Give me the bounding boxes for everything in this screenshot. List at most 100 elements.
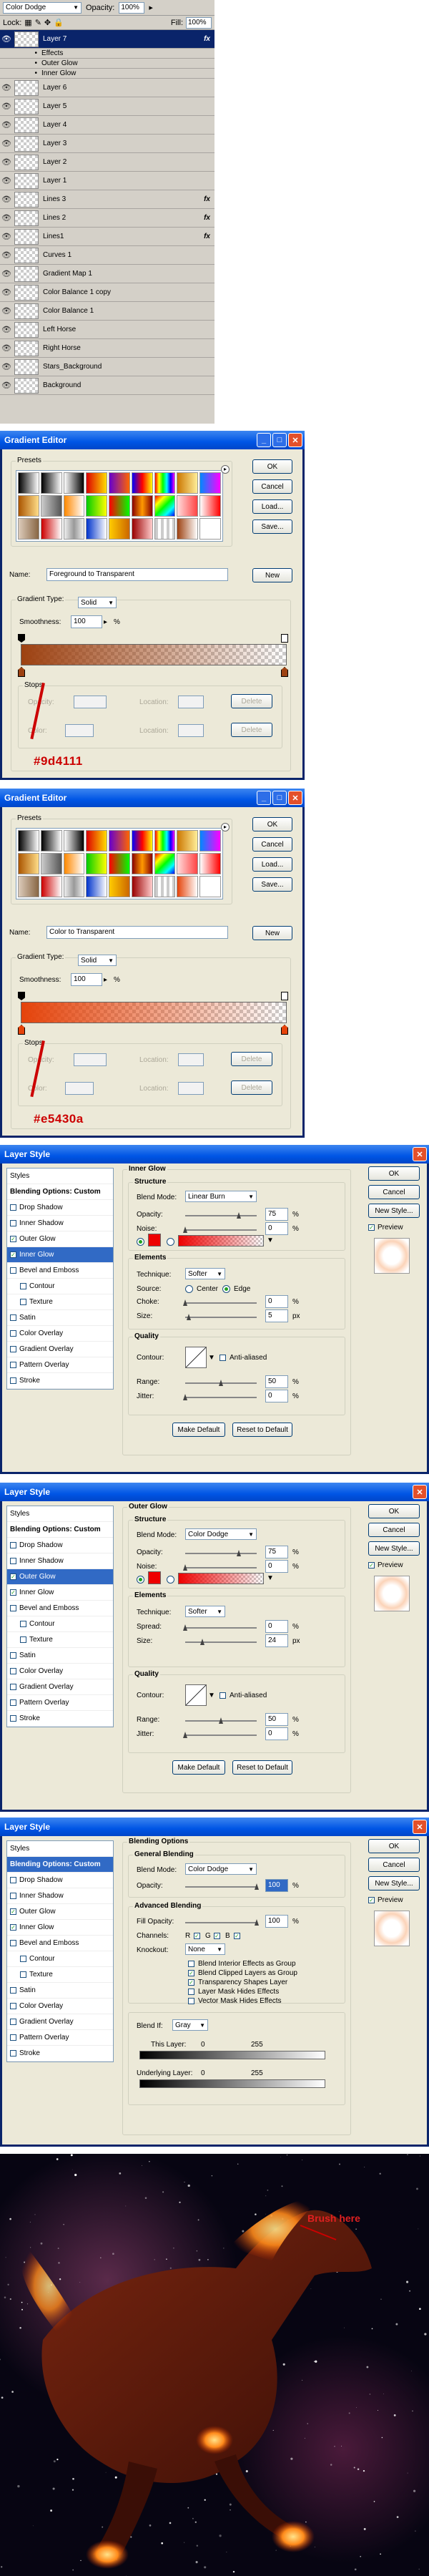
new-button[interactable]: New: [252, 568, 292, 582]
stop-opacity-field[interactable]: [74, 696, 107, 708]
preset-swatch[interactable]: [154, 876, 176, 897]
opacity-slider[interactable]: [185, 1212, 257, 1219]
smoothness-chevron-icon[interactable]: ▸: [104, 618, 107, 626]
styles-list-item[interactable]: ✓ Inner Glow: [7, 1920, 113, 1936]
preset-swatch[interactable]: [86, 876, 108, 897]
dialog-button-ok[interactable]: OK: [252, 817, 292, 831]
gradient-radio[interactable]: [167, 1576, 174, 1584]
styles-list-item[interactable]: Texture: [7, 1294, 113, 1310]
preset-swatch[interactable]: [86, 518, 108, 540]
checkbox[interactable]: [10, 1346, 16, 1352]
stop-location-field[interactable]: [178, 696, 204, 708]
eye-icon[interactable]: 👁: [0, 195, 13, 204]
layer-row[interactable]: 👁 Layer 1: [0, 172, 214, 190]
glow-color-swatch[interactable]: [148, 1571, 161, 1584]
layer-row[interactable]: 👁 Lines1 fx: [0, 228, 214, 246]
preset-swatch[interactable]: [154, 495, 176, 517]
chevron-down-icon[interactable]: ▼: [267, 1236, 274, 1244]
styles-list-item[interactable]: Blending Options: Custom: [7, 1857, 113, 1873]
styles-list-item[interactable]: Drop Shadow: [7, 1873, 113, 1888]
checkbox[interactable]: [10, 1684, 16, 1690]
styles-list-item[interactable]: Satin: [7, 1983, 113, 1999]
delete-opacity-button[interactable]: Delete: [231, 694, 272, 708]
preview-checkbox[interactable]: ✓: [368, 1224, 375, 1231]
fill-opacity-slider[interactable]: [185, 1919, 259, 1926]
eye-icon[interactable]: 👁: [0, 139, 13, 148]
edge-radio[interactable]: [222, 1285, 230, 1293]
eye-icon[interactable]: 👁: [0, 250, 13, 260]
presets-menu-icon[interactable]: ▸: [221, 823, 230, 831]
checkbox[interactable]: [10, 2003, 16, 2009]
contour-swatch[interactable]: [185, 1684, 207, 1706]
smoothness-chevron-icon[interactable]: ▸: [104, 976, 107, 984]
range-field[interactable]: 50: [265, 1375, 288, 1388]
preset-swatch[interactable]: [131, 518, 153, 540]
preset-swatch[interactable]: [177, 830, 199, 852]
preset-swatch[interactable]: [131, 853, 153, 874]
styles-list-item[interactable]: ✓ Outer Glow: [7, 1231, 113, 1247]
preset-swatch[interactable]: [154, 853, 176, 874]
chevron-down-icon[interactable]: ▼: [267, 1574, 274, 1582]
preset-swatch[interactable]: [199, 853, 221, 874]
close-icon[interactable]: ✕: [413, 1485, 427, 1499]
preset-swatch[interactable]: [40, 518, 62, 540]
size-field[interactable]: 24: [265, 1634, 288, 1647]
eye-icon[interactable]: 👁: [0, 381, 13, 390]
gradient-type-select[interactable]: Solid ▼: [78, 955, 117, 966]
layer-row[interactable]: 👁 Lines 3 fx: [0, 190, 214, 209]
styles-list-item[interactable]: ✓ Outer Glow: [7, 1569, 113, 1585]
layer-row[interactable]: 👁 Layer 6: [0, 79, 214, 97]
preset-swatch[interactable]: [18, 495, 39, 517]
close-icon[interactable]: ✕: [288, 791, 302, 805]
dialog-button[interactable]: Cancel: [368, 1185, 420, 1199]
preset-swatch[interactable]: [40, 472, 62, 494]
preset-swatch[interactable]: [199, 830, 221, 852]
preset-swatch[interactable]: [154, 518, 176, 540]
preset-swatch[interactable]: [109, 495, 130, 517]
preset-swatch[interactable]: [199, 518, 221, 540]
choke-slider[interactable]: [183, 1299, 257, 1306]
checkbox[interactable]: [10, 2050, 16, 2057]
styles-list-item[interactable]: Stroke: [7, 2046, 113, 2062]
lock-move-icon[interactable]: ✥: [44, 18, 51, 27]
chevron-right-icon[interactable]: ▸: [149, 3, 153, 12]
noise-slider[interactable]: [183, 1226, 257, 1233]
preset-swatch[interactable]: [199, 472, 221, 494]
styles-list-item[interactable]: ✓ Inner Glow: [7, 1247, 113, 1263]
underlying-ramp[interactable]: [139, 2079, 325, 2088]
preset-swatch[interactable]: [40, 830, 62, 852]
preset-swatch[interactable]: [154, 830, 176, 852]
preview-checkbox[interactable]: ✓: [368, 1897, 375, 1903]
delete-color-button[interactable]: Delete: [231, 1080, 272, 1095]
checkbox[interactable]: [10, 1362, 16, 1368]
glow-gradient-swatch[interactable]: [178, 1235, 264, 1246]
reset-default-button[interactable]: Reset to Default: [232, 1423, 292, 1437]
checkbox[interactable]: [10, 1204, 16, 1211]
eye-icon[interactable]: 👁: [0, 325, 13, 334]
preset-swatch[interactable]: [177, 876, 199, 897]
channel-checkbox[interactable]: ✓: [194, 1933, 200, 1939]
option-checkbox[interactable]: ✓: [188, 1979, 194, 1986]
opacity-field[interactable]: 100: [265, 1879, 288, 1892]
dialog-button[interactable]: Cancel: [368, 1523, 420, 1537]
option-checkbox[interactable]: [188, 1989, 194, 1995]
preset-swatch[interactable]: [40, 853, 62, 874]
range-slider[interactable]: [185, 1717, 257, 1724]
blend-mode-select[interactable]: Color Dodge ▼: [185, 1528, 257, 1540]
make-default-button[interactable]: Make Default: [172, 1760, 225, 1775]
stop-color-location-field[interactable]: [178, 1082, 204, 1095]
styles-list-item[interactable]: Gradient Overlay: [7, 1342, 113, 1357]
checkbox[interactable]: [10, 1668, 16, 1674]
jitter-field[interactable]: 0: [265, 1390, 288, 1402]
dialog-button[interactable]: Cancel: [368, 1858, 420, 1872]
styles-list-item[interactable]: Stroke: [7, 1373, 113, 1389]
preset-swatch[interactable]: [154, 472, 176, 494]
opacity-field[interactable]: 75: [265, 1208, 288, 1221]
styles-list-item[interactable]: Contour: [7, 1951, 113, 1967]
preview-toggle[interactable]: ✓ Preview: [368, 1561, 403, 1569]
checkbox[interactable]: [20, 1636, 26, 1643]
blend-mode-select[interactable]: Linear Burn ▼: [185, 1191, 257, 1202]
checkbox[interactable]: [20, 1283, 26, 1289]
preset-swatch[interactable]: [63, 830, 85, 852]
close-icon[interactable]: ✕: [413, 1820, 427, 1834]
